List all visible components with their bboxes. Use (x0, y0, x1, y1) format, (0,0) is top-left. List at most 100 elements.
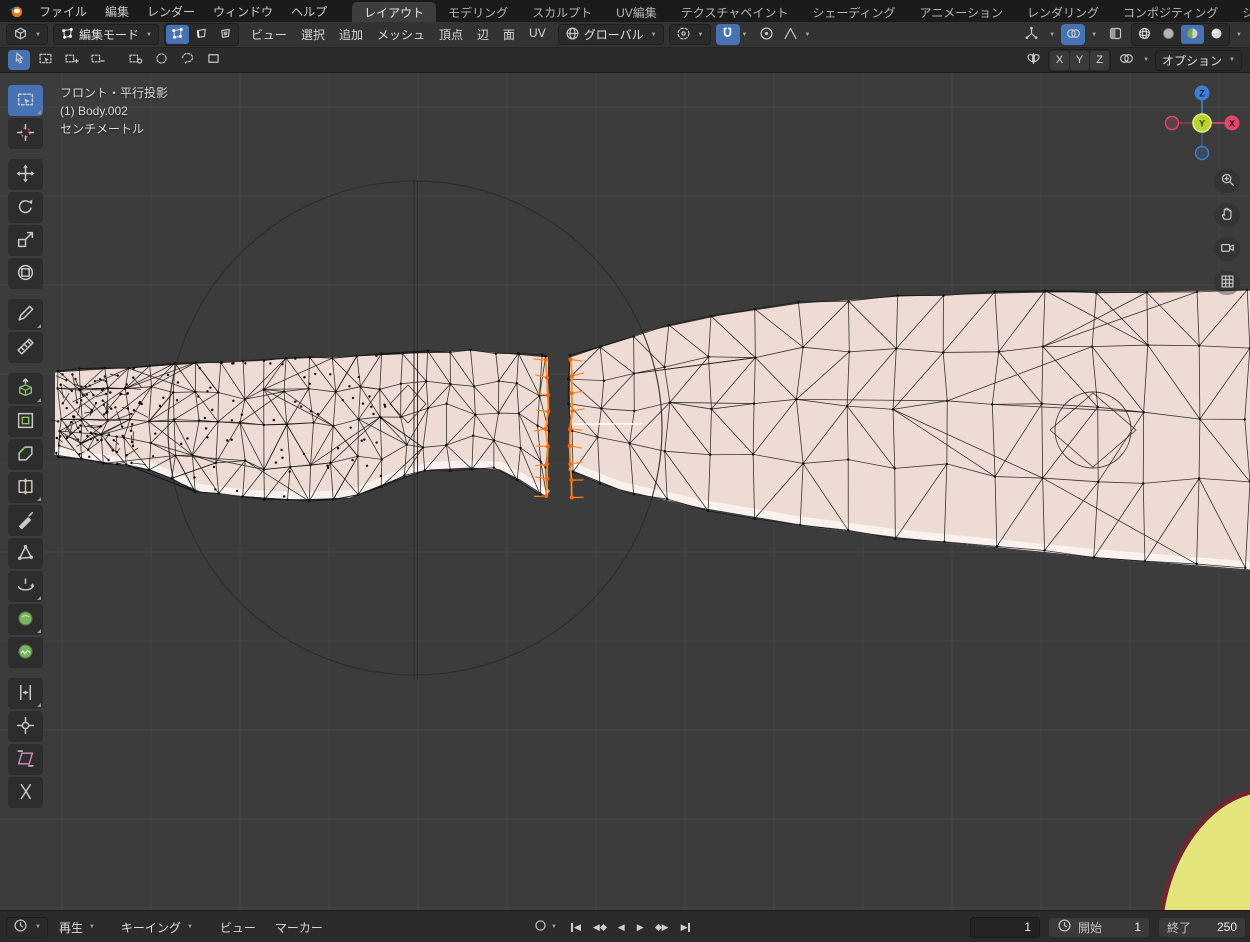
workspace-tab-3[interactable]: UV編集 (604, 2, 669, 22)
workspace-tab-9[interactable]: ジオメトリノード (1230, 2, 1250, 22)
xray-toggle-button[interactable] (1103, 24, 1127, 45)
tool-measure[interactable] (8, 332, 43, 363)
tool-transform[interactable] (8, 258, 43, 289)
header-menu-7[interactable]: UV (522, 26, 553, 43)
tool-randomize[interactable] (8, 637, 43, 668)
tool-inset[interactable] (8, 406, 43, 437)
select-subtract-button[interactable] (86, 50, 108, 70)
header-menu-2[interactable]: 追加 (332, 26, 370, 43)
face-select-button[interactable] (214, 25, 237, 44)
topbar-menu-0[interactable]: ファイル (30, 0, 96, 22)
tool-annotate[interactable] (8, 299, 43, 330)
tool-spin[interactable] (8, 571, 43, 602)
next-keyframe-button[interactable]: ▶ (651, 920, 674, 935)
topbar-menu-2[interactable]: レンダー (138, 0, 204, 22)
edge-select-button[interactable] (190, 25, 213, 44)
workspace-tab-2[interactable]: スカルプト (520, 2, 604, 22)
pan-button[interactable] (1214, 203, 1240, 227)
mirror-button[interactable] (1022, 50, 1044, 70)
header-menu-4[interactable]: 頂点 (432, 26, 470, 43)
select-lasso-button[interactable] (176, 50, 198, 70)
workspace-tab-6[interactable]: アニメーション (908, 2, 1016, 22)
tool-edge-slide[interactable] (8, 678, 43, 709)
falloff-button[interactable] (778, 24, 802, 45)
shading-dropdown[interactable]: ▼ (1234, 32, 1244, 38)
frame-start-field[interactable]: 開始 1 (1048, 917, 1150, 938)
editor-type-dropdown[interactable] (6, 24, 48, 45)
pivot-dropdown[interactable] (669, 24, 711, 45)
gizmo-minus-z-ball[interactable] (1196, 147, 1209, 160)
snap-widget-button[interactable] (1115, 50, 1137, 70)
proportional-edit-button[interactable] (754, 24, 778, 45)
header-menu-1[interactable]: 選択 (294, 26, 332, 43)
snap-dropdown[interactable]: ▼ (740, 32, 750, 38)
tool-rotate[interactable] (8, 192, 43, 223)
timeline-marker-menu[interactable]: マーカー (268, 919, 330, 936)
jump-to-end-button[interactable]: ▶ (676, 920, 696, 935)
timeline-view-menu[interactable]: ビュー (213, 919, 263, 936)
overlays-dropdown[interactable]: ▼ (1089, 32, 1099, 38)
shading-material-button[interactable] (1181, 25, 1204, 44)
tool-smooth[interactable] (8, 604, 43, 635)
mode-dropdown[interactable]: 編集モード (53, 24, 159, 45)
tool-shear[interactable] (8, 744, 43, 775)
tool-shrink[interactable] (8, 711, 43, 742)
prev-keyframe-button[interactable]: ◀ (588, 920, 611, 935)
tool-select-box[interactable] (8, 85, 43, 116)
keying-menu[interactable]: キーイング▼ (115, 917, 208, 938)
viewport-3d[interactable]: フロント・平行投影 (1) Body.002 センチメートル Z X Y (0, 73, 1250, 910)
workspace-tab-7[interactable]: レンダリング (1015, 2, 1111, 22)
tool-rip[interactable] (8, 777, 43, 808)
shading-solid-button[interactable] (1157, 25, 1180, 44)
workspace-tab-8[interactable]: コンポジティング (1111, 2, 1230, 22)
select-new-button[interactable] (34, 50, 56, 70)
playback-menu[interactable]: 再生▼ (53, 917, 110, 938)
tool-loop-cut[interactable] (8, 472, 43, 503)
workspace-tab-5[interactable]: シェーディング (800, 2, 907, 22)
timeline-editor-dropdown[interactable] (6, 917, 48, 938)
current-frame-field[interactable]: 1 (970, 917, 1040, 938)
header-menu-6[interactable]: 面 (496, 26, 522, 43)
select-circle-button[interactable] (150, 50, 172, 70)
options-dropdown[interactable]: オプション (1155, 50, 1242, 71)
snap-toggle-button[interactable] (716, 24, 740, 45)
topbar-menu-3[interactable]: ウィンドウ (204, 0, 282, 22)
tool-knife[interactable] (8, 505, 43, 536)
workspace-tab-1[interactable]: モデリング (436, 2, 520, 22)
tool-poly-build[interactable] (8, 538, 43, 569)
mirror-axis-z-button[interactable]: Z (1090, 51, 1109, 70)
navigation-gizmo[interactable]: Z X Y (1162, 83, 1242, 163)
select-all-button[interactable] (202, 50, 224, 70)
tool-bevel[interactable] (8, 439, 43, 470)
show-gizmo-button[interactable] (1019, 24, 1043, 45)
play-reverse-button[interactable]: ◀ (613, 920, 630, 935)
shading-rendered-button[interactable] (1205, 25, 1228, 44)
show-overlays-button[interactable] (1061, 24, 1085, 45)
ortho-toggle-button[interactable] (1214, 271, 1240, 295)
jump-to-start-button[interactable]: ◀ (566, 920, 586, 935)
frame-end-field[interactable]: 終了 250 (1158, 917, 1246, 938)
shading-wireframe-button[interactable] (1133, 25, 1156, 44)
tweak-select-button[interactable] (8, 50, 30, 70)
topbar-menu-1[interactable]: 編集 (96, 0, 138, 22)
gizmo-minus-x-ball[interactable] (1166, 117, 1179, 130)
falloff-dropdown[interactable]: ▼ (802, 32, 812, 38)
select-invert-button[interactable] (124, 50, 146, 70)
gizmo-dropdown[interactable]: ▼ (1047, 32, 1057, 38)
header-menu-0[interactable]: ビュー (244, 26, 294, 43)
snap-widget-dropdown[interactable]: ▼ (1141, 57, 1151, 63)
orientation-dropdown[interactable]: グローバル (558, 24, 664, 45)
header-menu-5[interactable]: 辺 (470, 26, 496, 43)
zoom-button[interactable] (1214, 169, 1240, 193)
topbar-menu-4[interactable]: ヘルプ (282, 0, 336, 22)
mirror-axis-y-button[interactable]: Y (1070, 51, 1089, 70)
camera-view-button[interactable] (1214, 237, 1240, 261)
select-extend-button[interactable] (60, 50, 82, 70)
header-menu-3[interactable]: メッシュ (370, 26, 432, 43)
play-button[interactable]: ▶ (632, 920, 649, 935)
blender-logo-icon[interactable] (0, 0, 30, 22)
autokey-button[interactable]: ▼ (528, 915, 564, 939)
workspace-tab-4[interactable]: テクスチャペイント (669, 2, 801, 22)
vertex-select-button[interactable] (166, 25, 189, 44)
tool-move[interactable] (8, 159, 43, 190)
